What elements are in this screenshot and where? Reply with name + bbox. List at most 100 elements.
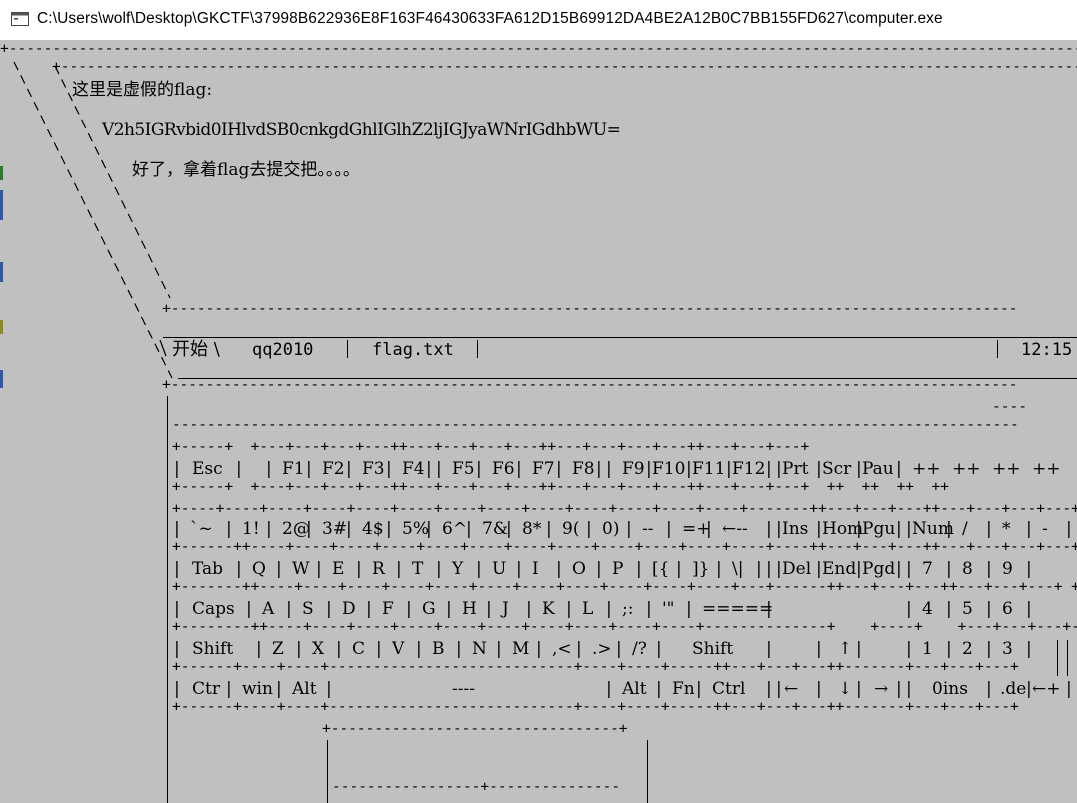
key-sym[interactable]: ++ xyxy=(912,459,941,479)
key-6[interactable]: 6^ xyxy=(442,519,467,539)
key-f10[interactable]: F10 xyxy=(652,459,685,479)
key-1[interactable]: 1! xyxy=(242,519,260,539)
key-ctrl[interactable]: Ctrl xyxy=(712,679,745,699)
key-alt[interactable]: Alt xyxy=(622,679,647,699)
key-9[interactable]: 9( xyxy=(562,519,579,539)
key-z[interactable]: Z xyxy=(272,639,284,659)
key-f8[interactable]: F8 xyxy=(572,459,595,479)
key-shift[interactable]: Shift xyxy=(692,639,733,659)
key-f6[interactable]: F6 xyxy=(492,459,515,479)
key-f9[interactable]: F9 xyxy=(622,459,645,479)
key-sym[interactable]: ===== xyxy=(702,599,773,619)
key-f3[interactable]: F3 xyxy=(362,459,385,479)
key-n[interactable]: N xyxy=(472,639,487,659)
key-h[interactable]: H xyxy=(462,599,477,619)
key-f4[interactable]: F4 xyxy=(402,459,425,479)
taskbar-start[interactable]: 开始 \ xyxy=(172,339,220,361)
key-t[interactable]: T xyxy=(412,559,423,579)
key-7[interactable]: 7& xyxy=(482,519,508,539)
key-sym[interactable]: ↑ xyxy=(838,639,852,659)
key-sym[interactable]: → xyxy=(874,679,888,699)
key-p[interactable]: P xyxy=(612,559,623,579)
key-sym[interactable]: .> xyxy=(592,639,612,659)
key-x[interactable]: X xyxy=(312,639,324,659)
key-f1[interactable]: F1 xyxy=(282,459,305,479)
key-8[interactable]: 8 xyxy=(962,559,973,579)
key-alt[interactable]: Alt xyxy=(292,679,317,699)
key-j[interactable]: J xyxy=(502,599,509,619)
key-7[interactable]: 7 xyxy=(922,559,933,579)
key-3[interactable]: 3# xyxy=(322,519,347,539)
key-0ins[interactable]: 0ins xyxy=(932,679,968,699)
key-d[interactable]: D xyxy=(342,599,356,619)
key-sym[interactable]: ++ xyxy=(952,459,981,479)
key-b[interactable]: B xyxy=(432,639,445,659)
key-w[interactable]: W xyxy=(292,559,309,579)
key-5[interactable]: 5% xyxy=(402,519,429,539)
key-4[interactable]: 4$ xyxy=(362,519,384,539)
window-titlebar[interactable]: C:\Users\wolf\Desktop\GKCTF\37998B622936… xyxy=(0,0,1077,41)
key-sym[interactable]: ← xyxy=(784,679,798,699)
key-l[interactable]: L xyxy=(582,599,593,619)
key-e[interactable]: E xyxy=(332,559,344,579)
key-sym[interactable]: ←+ xyxy=(1032,679,1061,699)
key-f2[interactable]: F2 xyxy=(322,459,345,479)
key-f5[interactable]: F5 xyxy=(452,459,475,479)
key-k[interactable]: K xyxy=(542,599,555,619)
key-m[interactable]: M xyxy=(512,639,529,659)
key-sym[interactable]: -- xyxy=(642,519,654,539)
key-sym[interactable]: - xyxy=(1042,519,1048,539)
key-win[interactable]: win xyxy=(242,679,273,699)
key-sym[interactable]: ]} xyxy=(692,559,709,579)
key-sym[interactable]: ---- xyxy=(452,679,475,699)
key-0[interactable]: 0) xyxy=(602,519,619,539)
key-de[interactable]: .de xyxy=(1000,679,1026,699)
key-v[interactable]: V xyxy=(392,639,404,659)
key-6[interactable]: 6 xyxy=(1002,599,1013,619)
key-sym[interactable]: `~ xyxy=(190,519,213,539)
key-sym[interactable]: [{ xyxy=(652,559,669,579)
key-esc[interactable]: Esc xyxy=(192,459,223,479)
key-a[interactable]: A xyxy=(262,599,274,619)
key-sym[interactable]: ←-- xyxy=(722,519,748,539)
key-r[interactable]: R xyxy=(372,559,385,579)
key-i[interactable]: I xyxy=(532,559,539,579)
key-sym[interactable]: ++ xyxy=(1032,459,1061,479)
taskbar-item-flag-txt[interactable]: flag.txt xyxy=(372,339,454,361)
key-y[interactable]: Y xyxy=(452,559,463,579)
key-sym[interactable]: /? xyxy=(632,639,647,659)
key-sym[interactable]: ↓ xyxy=(838,679,852,699)
taskbar-item-qq2010[interactable]: qq2010 xyxy=(252,339,313,361)
key-tab[interactable]: Tab xyxy=(192,559,223,579)
key-f12[interactable]: F12 xyxy=(732,459,765,479)
key-del[interactable]: Del xyxy=(782,559,811,579)
key-ins[interactable]: Ins xyxy=(782,519,808,539)
key-pau[interactable]: Pau xyxy=(862,459,894,479)
key-o[interactable]: O xyxy=(572,559,586,579)
key-shift[interactable]: Shift xyxy=(192,639,233,659)
key-9[interactable]: 9 xyxy=(1002,559,1013,579)
key-f7[interactable]: F7 xyxy=(532,459,555,479)
key-8[interactable]: 8* xyxy=(522,519,541,539)
key-sym[interactable]: * xyxy=(1002,519,1011,539)
key-sym[interactable]: / xyxy=(962,519,968,539)
key-sym[interactable]: '" xyxy=(662,599,675,619)
key-prt[interactable]: Prt xyxy=(782,459,808,479)
key-pgd[interactable]: Pgd xyxy=(862,559,895,579)
key-g[interactable]: G xyxy=(422,599,436,619)
key-ctr[interactable]: Ctr xyxy=(192,679,220,699)
key-fn[interactable]: Fn xyxy=(672,679,695,699)
key-sym[interactable]: ,< xyxy=(552,639,572,659)
key-4[interactable]: 4 xyxy=(922,599,933,619)
key-2[interactable]: 2 xyxy=(962,639,973,659)
key-1[interactable]: 1 xyxy=(922,639,933,659)
key-caps[interactable]: Caps xyxy=(192,599,235,619)
key-c[interactable]: C xyxy=(352,639,365,659)
key-3[interactable]: 3 xyxy=(1002,639,1013,659)
key-sym[interactable]: \| xyxy=(732,559,743,579)
key-sym[interactable]: ++ xyxy=(992,459,1021,479)
key-s[interactable]: S xyxy=(302,599,314,619)
key-sym[interactable]: ;: xyxy=(622,599,633,619)
key-5[interactable]: 5 xyxy=(962,599,973,619)
key-pgu[interactable]: Pgu xyxy=(862,519,895,539)
